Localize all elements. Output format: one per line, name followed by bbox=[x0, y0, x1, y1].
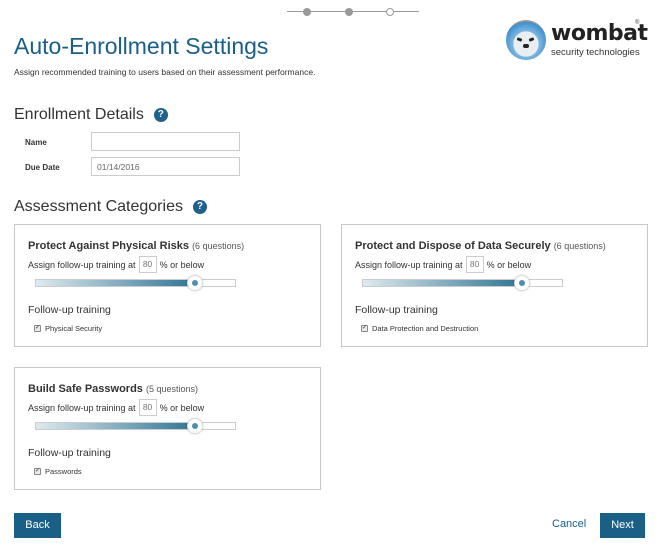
threshold-slider[interactable] bbox=[35, 418, 236, 434]
help-icon[interactable]: ? bbox=[192, 200, 207, 214]
logo-tagline: security technologies bbox=[551, 47, 640, 58]
threshold-row: Assign follow-up training at 80 % or bel… bbox=[28, 256, 204, 273]
category-title: Protect Against Physical Risks (6 questi… bbox=[28, 240, 245, 252]
step-3-dot bbox=[386, 8, 394, 16]
page-subtitle: Assign recommended training to users bas… bbox=[14, 67, 316, 77]
slider-handle[interactable] bbox=[187, 418, 204, 434]
question-count: (6 questions) bbox=[192, 241, 245, 251]
progress-stepper bbox=[287, 6, 419, 18]
checkbox-checked-icon[interactable]: ✓ bbox=[34, 325, 41, 332]
due-date-label: Due Date bbox=[25, 163, 60, 172]
slider-handle[interactable] bbox=[514, 275, 531, 291]
category-card-physical-risks: Protect Against Physical Risks (6 questi… bbox=[14, 224, 321, 347]
threshold-input[interactable]: 80 bbox=[465, 256, 484, 273]
logo-registered: ® bbox=[635, 20, 640, 26]
followup-training-label: Follow-up training bbox=[355, 304, 438, 316]
threshold-row: Assign follow-up training at 80 % or bel… bbox=[355, 256, 531, 273]
slider-fill bbox=[36, 423, 196, 429]
back-button[interactable]: Back bbox=[14, 513, 61, 538]
wombat-mascot-icon bbox=[506, 20, 546, 60]
category-card-safe-passwords: Build Safe Passwords (5 questions) Assig… bbox=[14, 367, 321, 490]
help-icon[interactable]: ? bbox=[153, 108, 168, 122]
enrollment-details-title: Enrollment Details bbox=[14, 106, 144, 123]
followup-training-label: Follow-up training bbox=[28, 304, 111, 316]
followup-training-label: Follow-up training bbox=[28, 447, 111, 459]
page-title: Auto-Enrollment Settings bbox=[14, 33, 269, 59]
threshold-slider[interactable] bbox=[35, 275, 236, 291]
cancel-link[interactable]: Cancel bbox=[552, 518, 586, 530]
assessment-categories-heading: Assessment Categories ? bbox=[14, 198, 207, 216]
threshold-input[interactable]: 80 bbox=[138, 399, 157, 416]
followup-training-item[interactable]: ✓ Physical Security bbox=[34, 324, 102, 333]
checkbox-checked-icon[interactable]: ✓ bbox=[34, 468, 41, 475]
assessment-categories-title: Assessment Categories bbox=[14, 198, 183, 215]
followup-training-item[interactable]: ✓ Data Protection and Destruction bbox=[361, 324, 478, 333]
category-card-data-securely: Protect and Dispose of Data Securely (6 … bbox=[341, 224, 648, 347]
step-1-dot bbox=[303, 8, 311, 16]
name-input[interactable] bbox=[91, 132, 240, 151]
slider-handle[interactable] bbox=[187, 275, 204, 291]
followup-training-item[interactable]: ✓ Passwords bbox=[34, 467, 82, 476]
logo-wordmark: wombat bbox=[551, 21, 648, 46]
slider-fill bbox=[363, 280, 523, 286]
next-button[interactable]: Next bbox=[600, 513, 645, 538]
threshold-input[interactable]: 80 bbox=[138, 256, 157, 273]
name-label: Name bbox=[25, 138, 47, 147]
wombat-logo: wombat ® security technologies bbox=[506, 20, 648, 64]
category-title: Build Safe Passwords (5 questions) bbox=[28, 383, 199, 395]
enrollment-details-heading: Enrollment Details ? bbox=[14, 106, 168, 124]
slider-fill bbox=[36, 280, 196, 286]
checkbox-checked-icon[interactable]: ✓ bbox=[361, 325, 368, 332]
due-date-input[interactable] bbox=[91, 157, 240, 176]
question-count: (6 questions) bbox=[553, 241, 606, 251]
question-count: (5 questions) bbox=[146, 384, 199, 394]
category-title: Protect and Dispose of Data Securely (6 … bbox=[355, 240, 606, 252]
step-2-dot bbox=[345, 8, 353, 16]
threshold-row: Assign follow-up training at 80 % or bel… bbox=[28, 399, 204, 416]
threshold-slider[interactable] bbox=[362, 275, 563, 291]
